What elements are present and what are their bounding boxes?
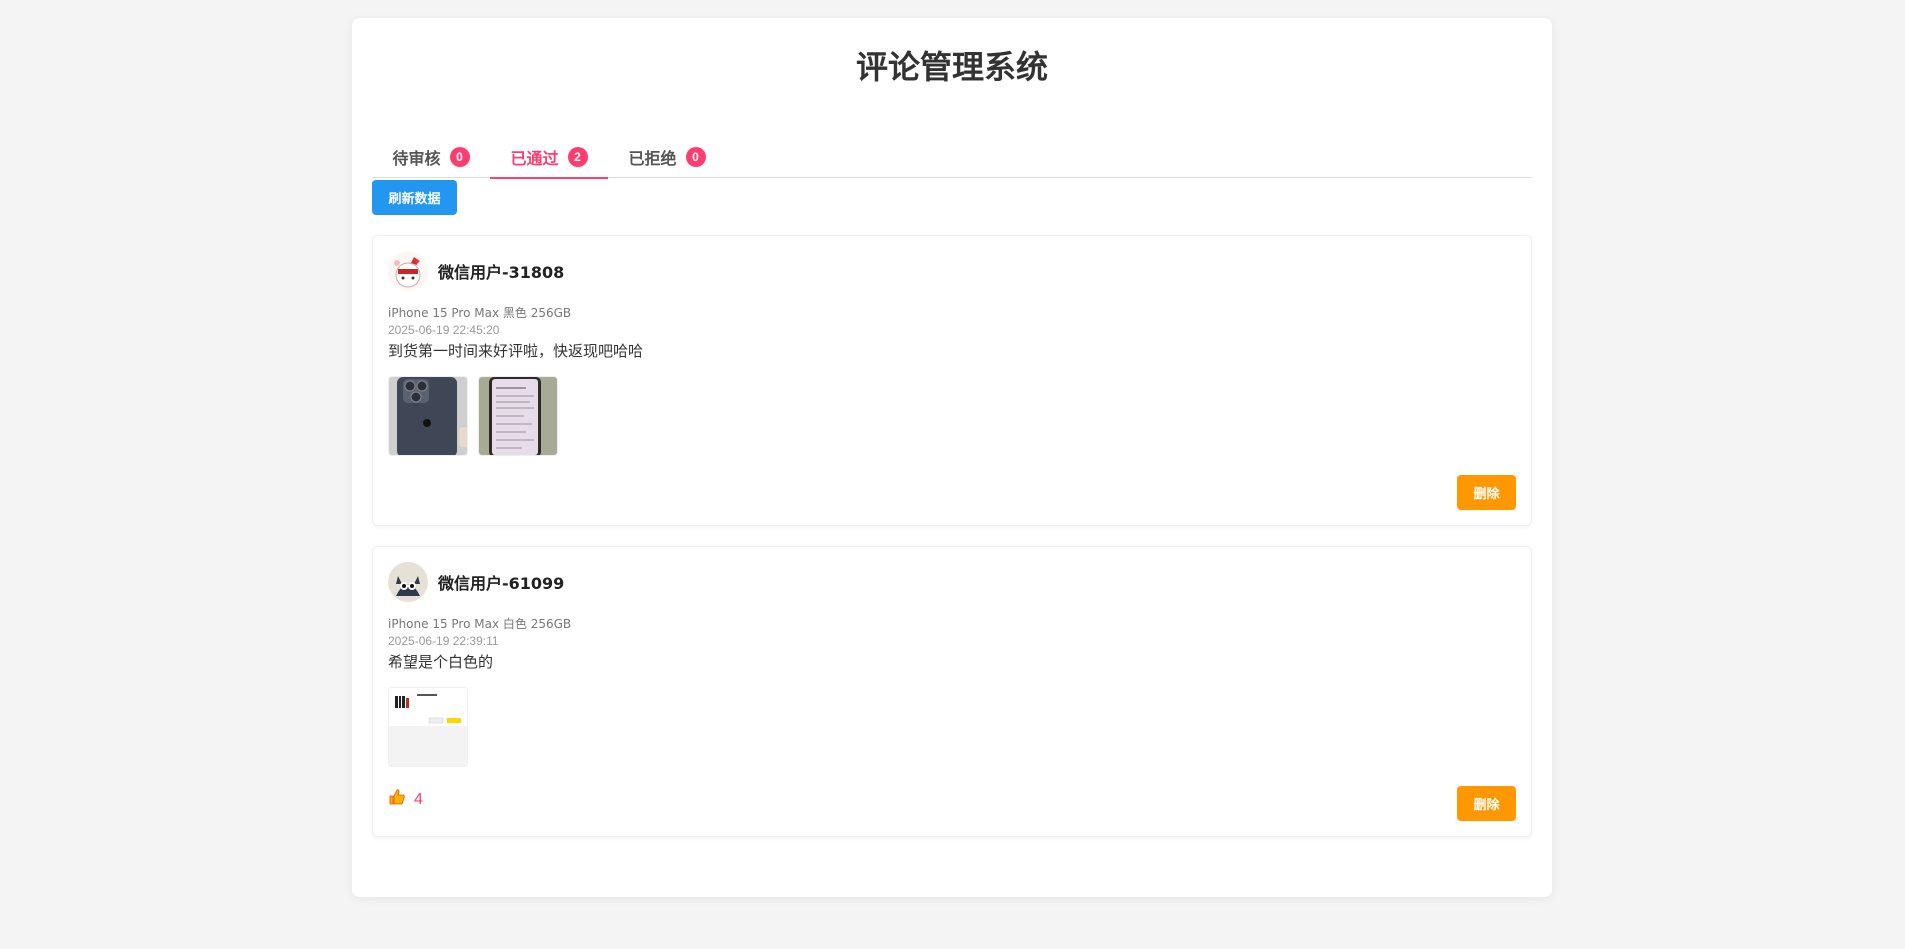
tab-pending-count-badge: 0 <box>449 146 470 167</box>
comment-time: 2025-06-19 22:45:20 <box>388 323 500 337</box>
tab-pending-label: 待审核 <box>392 148 441 168</box>
comment-product: iPhone 15 Pro Max 白色 256GB <box>388 617 572 631</box>
tab-rejected-count-badge: 0 <box>685 146 706 167</box>
comment-time: 2025-06-19 22:39:11 <box>388 634 499 648</box>
comment-user-name: 微信用户-61099 <box>438 574 565 593</box>
comment-image-phone-screen[interactable] <box>478 376 558 456</box>
comment-user-row: 微信用户-31808 <box>388 251 564 291</box>
like-counter[interactable]: 4 <box>388 788 423 811</box>
tab-rejected-label: 已拒绝 <box>628 148 677 168</box>
comment-card: 微信用户-31808 iPhone 15 Pro Max 黑色 256GB 20… <box>372 235 1532 526</box>
comment-card: 微信用户-61099 iPhone 15 Pro Max 白色 256GB 20… <box>372 546 1532 837</box>
user-avatar <box>388 251 428 291</box>
page-title: 评论管理系统 <box>855 48 1048 86</box>
delete-button[interactable]: 删除 <box>1457 786 1516 821</box>
tab-approved-count-badge: 2 <box>567 146 588 167</box>
thumbs-up-icon <box>388 788 406 811</box>
tab-rejected[interactable]: 已拒绝 0 <box>608 135 726 178</box>
user-avatar <box>388 562 428 602</box>
comment-content: 希望是个白色的 <box>388 653 494 671</box>
comment-images <box>388 376 558 456</box>
comment-image-phone-back[interactable] <box>388 376 468 456</box>
delete-button[interactable]: 删除 <box>1457 475 1516 510</box>
comment-manager-panel: 评论管理系统 待审核 0 已通过 2 已拒绝 0 刷新数据 微信用户-31808… <box>352 18 1552 897</box>
comment-product: iPhone 15 Pro Max 黑色 256GB <box>388 306 572 320</box>
comment-content: 到货第一时间来好评啦，快返现吧哈哈 <box>388 342 644 360</box>
comment-images <box>388 687 468 767</box>
tab-approved-label: 已通过 <box>510 148 559 168</box>
comment-user-name: 微信用户-31808 <box>438 263 565 282</box>
like-count: 4 <box>414 790 423 808</box>
comment-image-screenshot[interactable] <box>388 687 468 767</box>
status-tabs: 待审核 0 已通过 2 已拒绝 0 <box>372 135 1532 179</box>
tab-approved[interactable]: 已通过 2 <box>490 135 608 179</box>
refresh-data-button[interactable]: 刷新数据 <box>372 180 457 215</box>
tab-pending[interactable]: 待审核 0 <box>372 135 490 178</box>
comment-user-row: 微信用户-61099 <box>388 562 564 602</box>
